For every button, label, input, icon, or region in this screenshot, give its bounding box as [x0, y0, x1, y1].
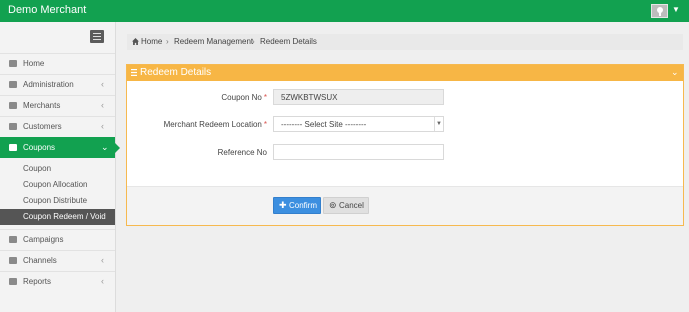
- sidebar-item-label: Administration: [23, 80, 74, 89]
- confirm-button[interactable]: ✚ Confirm: [273, 197, 321, 214]
- sidebar-subitem-coupon-distribute[interactable]: Coupon Distribute: [0, 193, 115, 209]
- chevron-left-icon: ‹: [101, 79, 104, 89]
- sidebar-item-label: Coupons: [23, 143, 56, 152]
- users-icon: [9, 81, 17, 88]
- sidebar-item-coupons[interactable]: Coupons ⌄: [0, 137, 115, 158]
- sidebar-item-home[interactable]: Home: [0, 53, 115, 74]
- dropdown-caret-icon: ▼: [434, 117, 443, 131]
- sidebar-item-reports[interactable]: Reports ‹: [0, 271, 115, 292]
- cancel-button-label: Cancel: [339, 201, 364, 210]
- breadcrumb-separator: ›: [166, 37, 169, 46]
- breadcrumb-home-link[interactable]: Home: [141, 37, 162, 46]
- reference-no-input[interactable]: [273, 144, 444, 160]
- sidebar-subitem-coupon-allocation[interactable]: Coupon Allocation: [0, 177, 115, 193]
- ticket-icon: [9, 144, 17, 151]
- sidebar-item-label: Merchants: [23, 101, 61, 110]
- active-indicator: [115, 143, 120, 153]
- collapse-chevron-icon[interactable]: ⌄: [671, 67, 679, 78]
- users-icon: [9, 257, 17, 264]
- sidebar-item-merchants[interactable]: Merchants ‹: [0, 95, 115, 116]
- user-icon: [657, 7, 663, 16]
- sidebar-item-channels[interactable]: Channels ‹: [0, 250, 115, 271]
- required-mark: *: [263, 120, 267, 129]
- chevron-left-icon: ‹: [101, 276, 104, 286]
- panel-title: Redeem Details: [140, 67, 212, 78]
- location-label-text: Merchant Redeem Location: [163, 120, 262, 129]
- breadcrumb: Home › Redeem Management › Redeem Detail…: [127, 34, 683, 50]
- coupon-no-label: Coupon No *: [127, 93, 267, 102]
- sidebar-item-label: Campaigns: [23, 235, 64, 244]
- sidebar-subitem-coupon-redeem-void[interactable]: Coupon Redeem / Void: [0, 209, 115, 225]
- redeem-details-panel: Redeem Details ⌄ Coupon No * 5ZWKBTWSUX M…: [126, 64, 684, 226]
- brand-title[interactable]: Demo Merchant: [8, 4, 86, 16]
- coupon-no-field[interactable]: 5ZWKBTWSUX: [273, 89, 444, 105]
- sidebar-item-customers[interactable]: Customers ‹: [0, 116, 115, 137]
- chevron-left-icon: ‹: [101, 121, 104, 131]
- form-actions: ✚ Confirm ⊚ Cancel: [127, 186, 683, 225]
- breadcrumb-current: Redeem Details: [260, 37, 317, 46]
- sidebar: Home Administration ‹ Merchants ‹ Custom…: [0, 22, 116, 312]
- chevron-left-icon: ‹: [101, 255, 104, 265]
- coupon-no-label-text: Coupon No: [221, 93, 262, 102]
- top-bar: Demo Merchant ▼: [0, 0, 689, 22]
- plus-icon: ✚: [279, 200, 287, 210]
- reference-no-label: Reference No: [127, 148, 267, 157]
- chevron-down-icon: ⌄: [101, 142, 109, 152]
- list-icon: [131, 69, 137, 76]
- merchant-redeem-location-select[interactable]: -------- Select Site -------- ▼: [273, 116, 444, 132]
- sidebar-item-label: Home: [23, 59, 45, 68]
- users-icon: [9, 236, 17, 243]
- home-icon: [132, 38, 139, 45]
- required-mark: *: [263, 93, 267, 102]
- cancel-button[interactable]: ⊚ Cancel: [323, 197, 369, 214]
- sidebar-subitem-label: Coupon Allocation: [23, 180, 88, 189]
- circle-arrow-left-icon: ⊚: [329, 200, 337, 210]
- sidebar-subitem-label: Coupon Redeem / Void: [23, 212, 106, 221]
- chevron-down-icon[interactable]: ▼: [672, 5, 680, 14]
- sidebar-item-campaigns[interactable]: Campaigns: [0, 229, 115, 250]
- sidebar-subitem-label: Coupon Distribute: [23, 196, 88, 205]
- sidebar-toggle-button[interactable]: [90, 30, 104, 43]
- sidebar-subitem-coupon[interactable]: Coupon: [0, 161, 115, 177]
- breadcrumb-separator: ›: [252, 37, 255, 46]
- coupon-no-value: 5ZWKBTWSUX: [281, 93, 338, 102]
- breadcrumb-redeem-management-link[interactable]: Redeem Management: [174, 37, 253, 46]
- confirm-button-label: Confirm: [289, 201, 318, 210]
- cart-icon: [9, 278, 17, 285]
- reference-label-text: Reference No: [217, 148, 267, 157]
- list-icon: [9, 123, 17, 130]
- home-icon: [9, 60, 17, 67]
- sidebar-item-label: Reports: [23, 277, 52, 286]
- sidebar-item-label: Customers: [23, 122, 62, 131]
- user-menu-button[interactable]: [651, 4, 668, 18]
- sidebar-subitem-label: Coupon: [23, 164, 52, 173]
- location-selected-value: -------- Select Site --------: [281, 120, 367, 129]
- sidebar-item-administration[interactable]: Administration ‹: [0, 74, 115, 95]
- location-label: Merchant Redeem Location *: [127, 120, 267, 129]
- chevron-left-icon: ‹: [101, 100, 104, 110]
- store-icon: [9, 102, 17, 109]
- panel-header: Redeem Details ⌄: [127, 65, 683, 81]
- sidebar-item-label: Channels: [23, 256, 57, 265]
